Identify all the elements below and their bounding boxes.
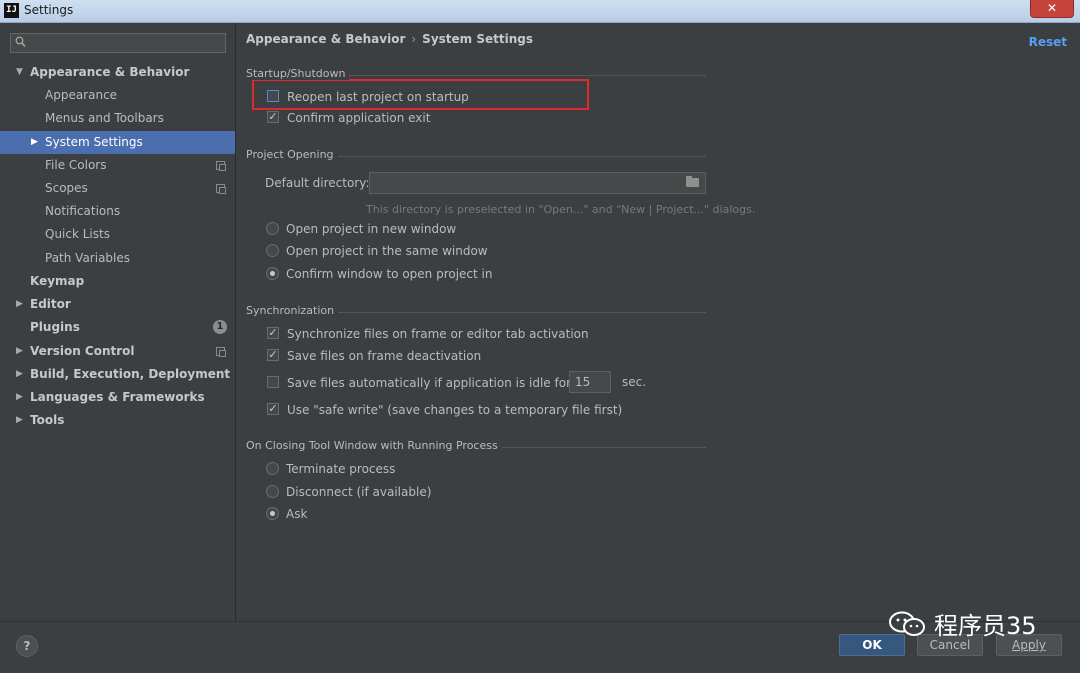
radio-button-selected[interactable] <box>266 507 279 520</box>
tree-item-plugins[interactable]: Plugins 1 <box>0 316 235 339</box>
tree-item-appearance[interactable]: Appearance <box>0 84 235 107</box>
reset-link[interactable]: Reset <box>1029 35 1067 49</box>
checkbox-checked[interactable]: ✓ <box>267 349 279 361</box>
tree-item-label: File Colors <box>45 158 107 172</box>
folder-icon[interactable] <box>686 176 699 187</box>
help-button[interactable]: ? <box>16 635 38 657</box>
section-synchronization: Synchronization <box>246 304 706 318</box>
checkbox-checked[interactable]: ✓ <box>267 327 279 339</box>
checkbox-unchecked[interactable] <box>267 90 279 102</box>
update-count-badge: 1 <box>213 320 227 334</box>
breadcrumb-separator: › <box>411 32 417 46</box>
section-startup-shutdown: Startup/Shutdown <box>246 67 706 81</box>
tree-item-languages-frameworks[interactable]: ▶ Languages & Frameworks <box>0 386 235 409</box>
section-title: Startup/Shutdown <box>246 67 350 80</box>
tree-item-label: Appearance & Behavior <box>30 65 190 79</box>
tree-item-label: Quick Lists <box>45 227 110 241</box>
tree-item-label: Editor <box>30 297 71 311</box>
ok-button[interactable]: OK <box>839 634 905 656</box>
default-directory-hint: This directory is preselected in "Open..… <box>366 203 756 216</box>
chevron-down-icon[interactable]: ▼ <box>16 61 26 84</box>
checkbox-label: Use "safe write" (save changes to a temp… <box>287 403 623 417</box>
tree-item-build-execution[interactable]: ▶ Build, Execution, Deployment <box>0 363 235 386</box>
settings-search-box[interactable] <box>10 33 226 53</box>
intellij-app-icon: IJ <box>4 3 19 18</box>
window-title: Settings <box>24 3 74 17</box>
checkbox-label: Reopen last project on startup <box>287 90 469 104</box>
section-title: Synchronization <box>246 304 339 317</box>
settings-search-input[interactable] <box>33 35 225 53</box>
tree-item-label: Keymap <box>30 274 85 288</box>
radio-label: Confirm window to open project in <box>286 267 493 281</box>
tree-item-label: Languages & Frameworks <box>30 390 205 404</box>
checkbox-checked[interactable]: ✓ <box>267 403 279 415</box>
section-title: Project Opening <box>246 148 338 161</box>
tree-item-quick-lists[interactable]: Quick Lists <box>0 223 235 246</box>
search-icon <box>15 36 26 50</box>
checkbox-label: Confirm application exit <box>287 111 431 125</box>
title-bar: IJ Settings ✕ <box>0 0 1080 23</box>
tree-item-label: Appearance <box>45 88 118 102</box>
tree-item-file-colors[interactable]: File Colors <box>0 154 235 177</box>
tree-item-scopes[interactable]: Scopes <box>0 177 235 200</box>
tree-item-label: Menus and Toolbars <box>45 111 164 125</box>
settings-sidebar: ▼ Appearance & Behavior Appearance Menus… <box>0 23 236 621</box>
radio-button[interactable] <box>266 485 279 498</box>
breadcrumb-current: System Settings <box>422 32 533 46</box>
breadcrumb: Appearance & Behavior › System Settings <box>246 32 533 46</box>
tree-item-keymap[interactable]: Keymap <box>0 270 235 293</box>
chevron-right-icon[interactable]: ▶ <box>16 409 26 432</box>
tree-item-label: Scopes <box>45 181 88 195</box>
tree-item-label: Plugins <box>30 320 80 334</box>
chevron-right-icon[interactable]: ▶ <box>31 131 41 154</box>
chevron-right-icon[interactable]: ▶ <box>16 386 26 409</box>
chevron-right-icon[interactable]: ▶ <box>16 293 26 316</box>
chevron-right-icon[interactable]: ▶ <box>16 340 26 363</box>
checkbox-checked[interactable]: ✓ <box>267 111 279 123</box>
radio-button[interactable] <box>266 222 279 235</box>
radio-button[interactable] <box>266 244 279 257</box>
tree-item-label: Tools <box>30 413 65 427</box>
radio-label: Ask <box>286 507 308 521</box>
project-level-icon <box>216 184 226 194</box>
window-close-button[interactable]: ✕ <box>1030 0 1074 18</box>
default-directory-label: Default directory: <box>265 176 370 190</box>
tree-item-appearance-behavior[interactable]: ▼ Appearance & Behavior <box>0 61 235 84</box>
tree-item-label: Build, Execution, Deployment <box>30 367 231 381</box>
tree-item-version-control[interactable]: ▶ Version Control <box>0 340 235 363</box>
idle-seconds-unit: sec. <box>622 375 647 389</box>
settings-content: Appearance & Behavior › System Settings Re… <box>236 23 1080 621</box>
default-directory-field[interactable] <box>369 172 706 194</box>
tree-item-path-variables[interactable]: Path Variables <box>0 247 235 270</box>
radio-label: Open project in the same window <box>286 244 488 258</box>
section-project-opening: Project Opening <box>246 148 706 162</box>
tree-item-label: System Settings <box>45 135 143 149</box>
radio-label: Open project in new window <box>286 222 457 236</box>
breadcrumb-parent: Appearance & Behavior <box>246 32 406 46</box>
tree-item-system-settings[interactable]: ▶ System Settings <box>0 131 235 154</box>
radio-button-selected[interactable] <box>266 267 279 280</box>
tree-item-menus-toolbars[interactable]: Menus and Toolbars <box>0 107 235 130</box>
section-on-closing: On Closing Tool Window with Running Proc… <box>246 439 706 453</box>
project-level-icon <box>216 347 226 357</box>
tree-item-editor[interactable]: ▶ Editor <box>0 293 235 316</box>
chevron-right-icon[interactable]: ▶ <box>16 363 26 386</box>
checkbox-label: Save files on frame deactivation <box>287 349 482 363</box>
idle-seconds-input[interactable]: 15 <box>569 371 611 393</box>
tree-item-label: Version Control <box>30 344 135 358</box>
checkbox-unchecked[interactable] <box>267 376 279 388</box>
wechat-logo-icon <box>889 611 925 636</box>
section-title: On Closing Tool Window with Running Proc… <box>246 439 502 452</box>
tree-item-notifications[interactable]: Notifications <box>0 200 235 223</box>
radio-label: Disconnect (if available) <box>286 485 432 499</box>
tree-item-label: Notifications <box>45 204 121 218</box>
watermark-text: 程序员35 <box>934 612 1037 640</box>
tree-item-tools[interactable]: ▶ Tools <box>0 409 235 432</box>
radio-label: Terminate process <box>286 462 396 476</box>
project-level-icon <box>216 161 226 171</box>
tree-item-label: Path Variables <box>45 251 131 265</box>
radio-button[interactable] <box>266 462 279 475</box>
checkbox-label: Save files automatically if application … <box>287 376 571 390</box>
checkbox-label: Synchronize files on frame or editor tab… <box>287 327 589 341</box>
